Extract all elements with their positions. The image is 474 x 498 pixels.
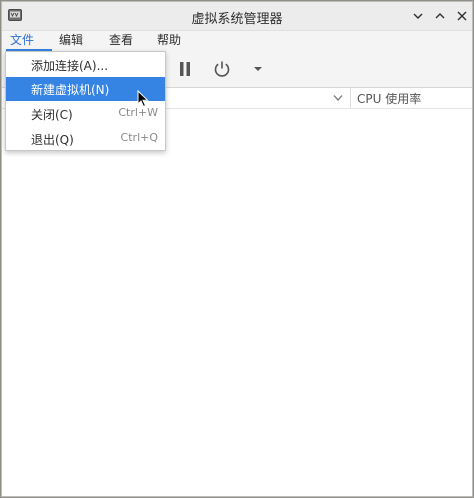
column-divider	[350, 88, 351, 108]
minimize-icon[interactable]	[408, 6, 428, 26]
dropdown-arrow-icon[interactable]	[246, 57, 270, 81]
virt-manager-window: 虚拟系统管理器 文件(F) 编辑(E) 查看(V) 帮助(H)	[1, 1, 473, 497]
menu-item-label: 新建虚拟机(N)	[31, 83, 110, 97]
close-icon[interactable]	[452, 6, 472, 26]
title-bar[interactable]: 虚拟系统管理器	[2, 2, 472, 31]
menu-item-label: 退出(Q)	[31, 133, 74, 147]
menu-view[interactable]: 查看(V)	[105, 31, 151, 66]
menu-help[interactable]: 帮助(H)	[153, 31, 201, 66]
menu-file[interactable]: 文件(F)	[6, 31, 52, 66]
menu-item-quit[interactable]: 退出(Q) Ctrl+Q	[6, 127, 165, 151]
menu-item-label: 关闭(C)	[31, 108, 73, 122]
maximize-icon[interactable]	[430, 6, 450, 26]
menu-item-label: 添加连接(A)...	[31, 59, 109, 73]
cpu-usage-column-header[interactable]: CPU 使用率	[357, 90, 421, 107]
pause-icon[interactable]	[173, 57, 197, 81]
menu-bar: 文件(F) 编辑(E) 查看(V) 帮助(H)	[2, 31, 472, 66]
vm-list[interactable]	[2, 109, 472, 496]
sort-arrow-icon[interactable]	[333, 94, 343, 102]
menu-item-shortcut: Ctrl+Q	[120, 131, 158, 144]
menu-edit[interactable]: 编辑(E)	[55, 31, 99, 66]
power-icon[interactable]	[210, 57, 234, 81]
window-title: 虚拟系统管理器	[191, 12, 283, 27]
mouse-cursor-icon	[137, 90, 149, 108]
menu-item-add-connection[interactable]: 添加连接(A)...	[6, 53, 165, 77]
